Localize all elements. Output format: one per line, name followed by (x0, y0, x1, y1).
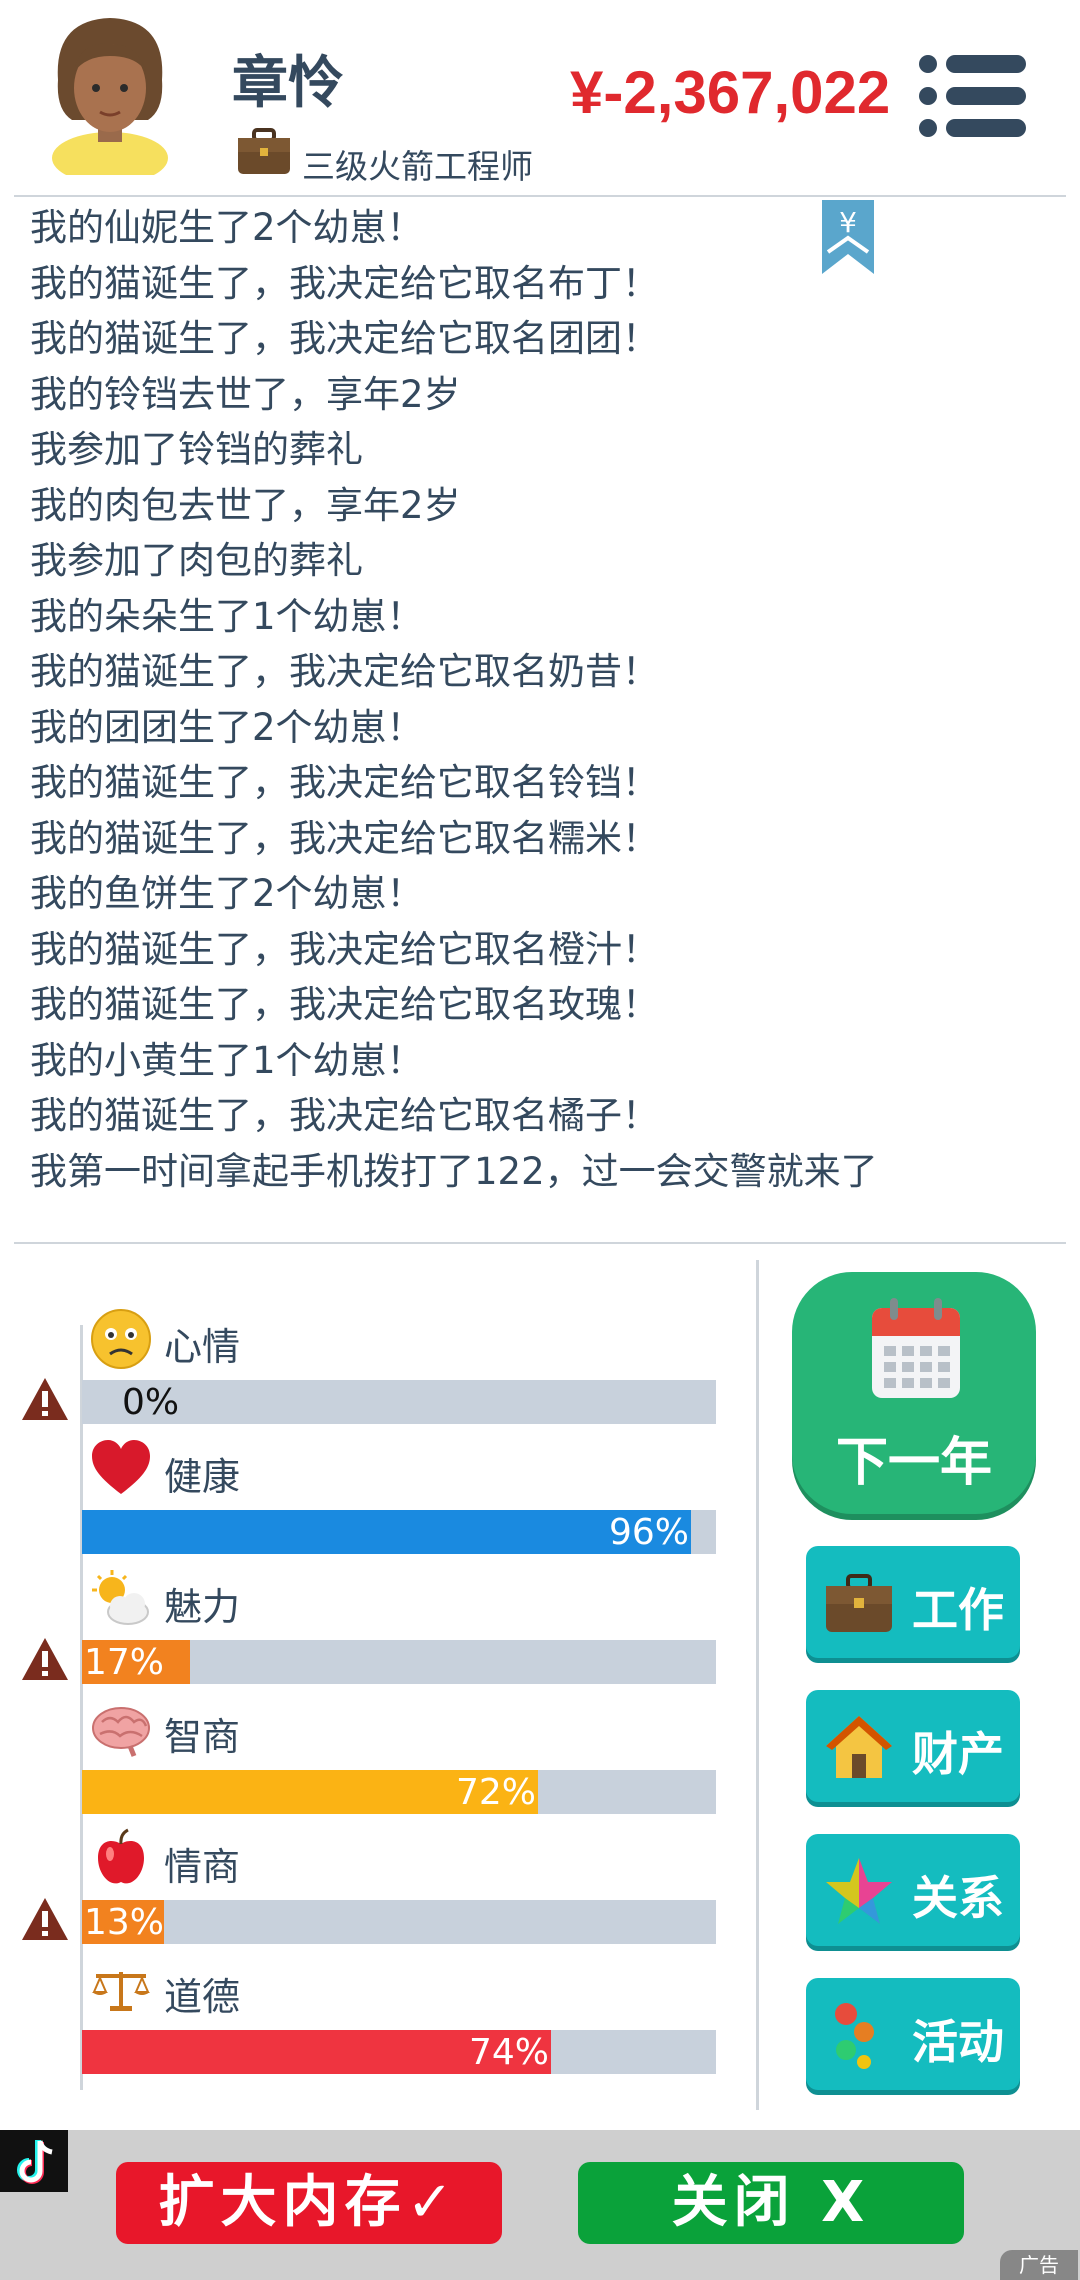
stat-percent: 72% (455, 1772, 536, 1813)
warning-icon (22, 1898, 68, 1940)
next-year-button[interactable]: 下一年 (792, 1272, 1036, 1514)
stat-label: 智商 (164, 1715, 241, 1759)
stat-label: 健康 (164, 1455, 241, 1499)
log-line: 我的猫诞生了，我决定给它取名奶昔！ (30, 650, 659, 693)
log-line: 我参加了铃铛的葬礼 (30, 428, 363, 471)
relations-label: 关系 (912, 1871, 1004, 1925)
apple-icon (98, 1828, 144, 1884)
log-line: 我的猫诞生了，我决定给它取名团团！ (30, 317, 659, 360)
stat-percent: 74% (468, 2032, 549, 2073)
brain-icon (92, 1707, 150, 1757)
briefcase-icon (826, 1574, 892, 1632)
stat-bar: 0% (82, 1380, 716, 1424)
stat-bar: 74% (82, 2030, 716, 2074)
house-icon (826, 1716, 892, 1778)
event-log[interactable]: 我的仙妮生了2个幼崽！ 我的猫诞生了，我决定给它取名布丁！ 我的猫诞生了，我决定… (30, 200, 1030, 1199)
stat-bar: 17% (82, 1640, 716, 1684)
player-name: 章怜 (232, 51, 344, 116)
stat-charm: 魅力 17% (0, 1568, 740, 1698)
log-line: 我的小黄生了1个幼崽！ (30, 1038, 424, 1082)
log-line: 我的猫诞生了，我决定给它取名铃铛！ (30, 761, 659, 804)
log-line: 我的朵朵生了1个幼崽！ (30, 594, 424, 638)
log-divider (14, 1242, 1066, 1244)
log-line: 我的猫诞生了，我决定给它取名布丁！ (30, 261, 659, 305)
sad-face-icon (91, 1309, 151, 1369)
log-line: 我的猫诞生了，我决定给它取名橙汁！ (30, 927, 659, 971)
stat-label: 心情 (164, 1325, 241, 1369)
stat-bar: 96% (82, 1510, 716, 1554)
stat-morality: 道德 74% (0, 1958, 740, 2088)
top-header: 章怜 三级火箭工程师 ¥-2,367,022 (0, 0, 1080, 195)
activities-icon (835, 2003, 874, 2069)
next-year-label: 下一年 (835, 1433, 992, 1493)
money-balance: ¥-2,367,022 (570, 59, 891, 126)
expand-memory-button[interactable]: 扩大内存✓ (116, 2162, 502, 2244)
avatar[interactable] (40, 10, 180, 175)
stat-bar-fill (82, 1510, 691, 1554)
stat-percent: 17% (84, 1642, 165, 1683)
work-button[interactable]: 工作 (806, 1546, 1020, 1658)
activities-label: 活动 (912, 2015, 1004, 2069)
stat-iq: 智商 72% (0, 1698, 740, 1828)
log-line: 我的肉包去世了，享年2岁 (30, 483, 461, 527)
log-line: 我的猫诞生了，我决定给它取名糯米！ (30, 816, 659, 860)
stat-eq: 情商 13% (0, 1828, 740, 1958)
sun-cloud-icon (92, 1570, 149, 1625)
close-ad-button[interactable]: 关闭 X (578, 2162, 964, 2244)
log-line: 我的团团生了2个幼崽！ (30, 705, 424, 749)
stat-mood: 心情 0% (0, 1308, 740, 1438)
job-title: 三级火箭工程师 (302, 147, 533, 186)
money-bookmark-icon[interactable]: ¥ (820, 198, 876, 276)
work-label: 工作 (912, 1583, 1004, 1637)
stat-bar: 72% (82, 1770, 716, 1814)
ad-banner[interactable]: 扩大内存✓ 关闭 X 广告 (0, 2130, 1080, 2280)
star-icon (826, 1858, 892, 1924)
stat-percent: 0% (122, 1382, 180, 1423)
header-divider (14, 195, 1066, 197)
tiktok-logo-icon (0, 2130, 68, 2192)
heart-icon (92, 1440, 150, 1494)
bookmark-symbol: ¥ (839, 206, 857, 239)
property-button[interactable]: 财产 (806, 1690, 1020, 1802)
scales-icon (92, 1972, 150, 2011)
stat-label: 道德 (164, 1975, 241, 2019)
stat-percent: 13% (84, 1902, 165, 1943)
activities-button[interactable]: 活动 (806, 1978, 1020, 2090)
panel-divider (756, 1260, 759, 2110)
log-line: 我的鱼饼生了2个幼崽！ (30, 872, 424, 915)
ad-tag: 广告 (1000, 2250, 1078, 2280)
property-label: 财产 (912, 1727, 1004, 1781)
stat-label: 魅力 (164, 1585, 241, 1629)
briefcase-icon (238, 128, 290, 174)
log-line: 我的猫诞生了，我决定给它取名橘子！ (30, 1094, 659, 1137)
calendar-icon (872, 1298, 960, 1398)
stat-health: 健康 96% (0, 1438, 740, 1568)
log-line: 我的猫诞生了，我决定给它取名玫瑰！ (30, 983, 659, 1026)
warning-icon (22, 1378, 68, 1420)
stat-label: 情商 (164, 1845, 241, 1889)
log-line: 我参加了肉包的葬礼 (30, 539, 363, 582)
menu-icon[interactable] (918, 52, 1028, 140)
log-line: 我的仙妮生了2个幼崽！ (30, 206, 424, 249)
relations-button[interactable]: 关系 (806, 1834, 1020, 1946)
stat-bar: 13% (82, 1900, 716, 1944)
stat-percent: 96% (608, 1512, 689, 1553)
log-line: 我第一时间拿起手机拨打了122，过一会交警就来了 (30, 1149, 878, 1193)
log-line: 我的铃铛去世了，享年2岁 (30, 372, 461, 416)
warning-icon (22, 1638, 68, 1680)
